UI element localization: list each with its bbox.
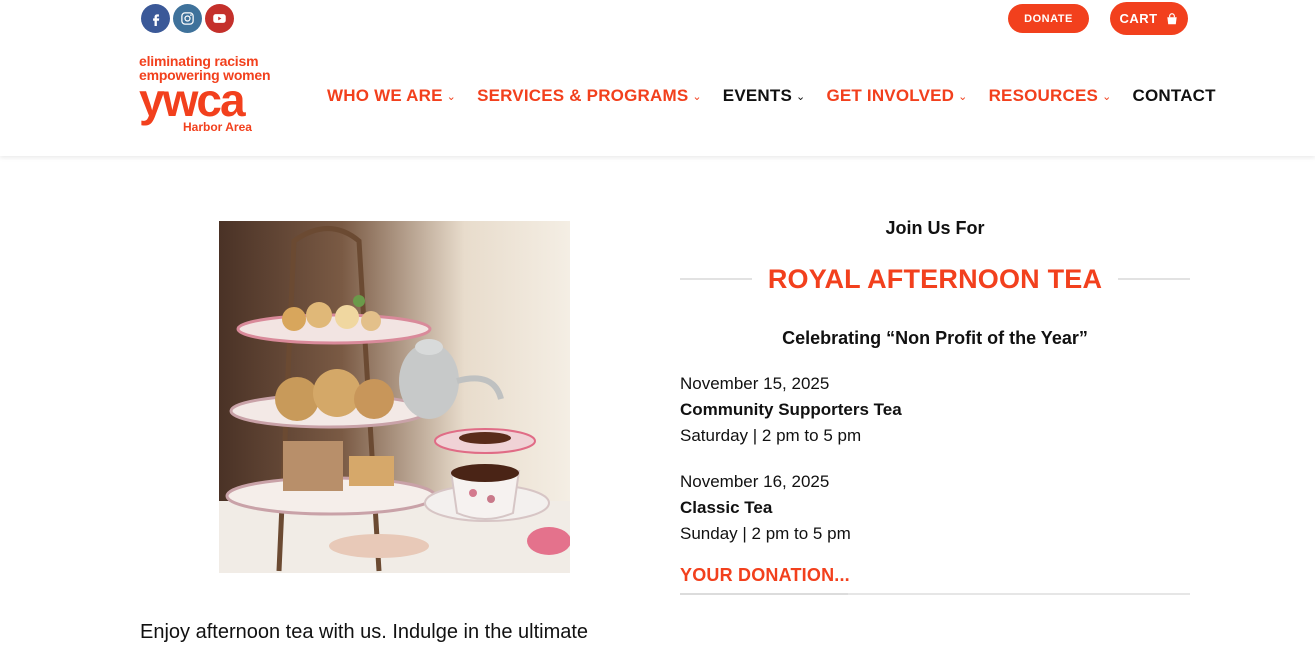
event-date: November 15, 2025: [680, 374, 830, 393]
nav-label: CONTACT: [1132, 86, 1216, 105]
event-name: Classic Tea: [680, 498, 773, 517]
event-item: November 16, 2025 Classic Tea Sunday | 2…: [680, 469, 1190, 547]
nav-label: RESOURCES: [988, 86, 1099, 105]
cart-button[interactable]: CART: [1110, 2, 1188, 35]
chevron-down-icon: ⌄: [692, 90, 702, 103]
nav-label: WHO WE ARE: [327, 86, 443, 105]
title-divider-left: [680, 278, 752, 280]
nav-resources[interactable]: RESOURCES ⌄: [989, 86, 1112, 106]
page-title: ROYAL AFTERNOON TEA: [767, 263, 1103, 294]
join-heading: Join Us For: [885, 218, 985, 238]
event-time: Saturday | 2 pm to 5 pm: [680, 426, 862, 445]
nav-label: GET INVOLVED: [826, 86, 955, 105]
logo-tagline-1: eliminating racism: [139, 53, 259, 69]
nav-get-involved[interactable]: GET INVOLVED ⌄: [826, 86, 967, 106]
title-row: ROYAL AFTERNOON TEA: [680, 259, 1191, 299]
chevron-down-icon: ⌄: [958, 90, 968, 103]
donation-section: YOUR DONATION...: [680, 565, 1190, 595]
facebook-icon[interactable]: [141, 4, 170, 33]
event-name: Community Supporters Tea: [680, 400, 902, 419]
event-item: November 15, 2025 Community Supporters T…: [680, 371, 1190, 449]
logo-area: Harbor Area: [183, 120, 252, 134]
chevron-down-icon: ⌄: [796, 90, 806, 103]
donation-divider: [680, 593, 1190, 595]
nav-services-programs[interactable]: SERVICES & PROGRAMS ⌄: [477, 86, 702, 106]
nav-label: SERVICES & PROGRAMS: [477, 86, 689, 105]
instagram-icon[interactable]: [173, 4, 202, 33]
nav-events[interactable]: EVENTS ⌄: [723, 86, 806, 106]
donation-heading: YOUR DONATION...: [680, 565, 850, 585]
celebrating-text: Celebrating “Non Profit of the Year”: [782, 328, 1088, 348]
site-header: DONATE CART eliminating racism empowerin…: [0, 0, 1315, 156]
event-details: Join Us For ROYAL AFTERNOON TEA Celebrat…: [680, 215, 1191, 595]
ywca-logo[interactable]: eliminating racism empowering women ywca…: [139, 54, 284, 140]
nav-label: EVENTS: [722, 86, 793, 105]
youtube-icon[interactable]: [205, 4, 234, 33]
title-divider-right: [1118, 278, 1191, 280]
event-time: Sunday | 2 pm to 5 pm: [680, 524, 851, 543]
main-nav: WHO WE ARE ⌄ SERVICES & PROGRAMS ⌄ EVENT…: [327, 83, 1216, 109]
social-links: [141, 4, 234, 33]
chevron-down-icon: ⌄: [446, 90, 457, 103]
nav-contact[interactable]: CONTACT: [1133, 86, 1216, 106]
intro-text: Enjoy afternoon tea with us. Indulge in …: [140, 621, 589, 643]
shopping-bag-icon: [1166, 12, 1177, 24]
afternoon-tea-photo: [219, 221, 570, 573]
logo-wordmark: ywca: [139, 74, 246, 126]
chevron-down-icon: ⌄: [1102, 90, 1112, 103]
event-date: November 16, 2025: [680, 472, 830, 491]
cart-label: CART: [1119, 11, 1158, 26]
donate-button[interactable]: DONATE: [1008, 4, 1089, 33]
nav-who-we-are[interactable]: WHO WE ARE ⌄: [327, 86, 456, 106]
